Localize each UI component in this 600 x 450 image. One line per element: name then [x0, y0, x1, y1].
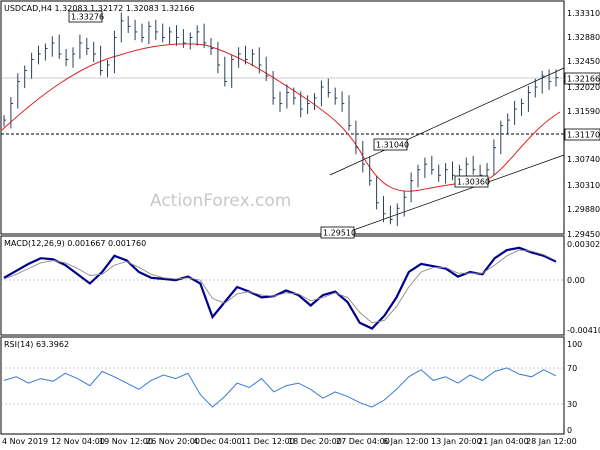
x-tick: 28 Jan 12:00: [526, 437, 577, 446]
rsi-y-tick: 70: [567, 364, 577, 373]
annotation-high-label: 1.33276: [71, 13, 104, 22]
price-y-tick: 1.29880: [567, 205, 600, 214]
x-tick: 6 Jan 12:00: [383, 437, 429, 446]
x-tick: 26 Nov 20:00: [146, 437, 200, 446]
price-y-tick: 1.29450: [567, 230, 600, 239]
price-y-tick: 1.31590: [567, 107, 600, 116]
rsi-y-tick: 100: [567, 340, 582, 349]
x-tick: 18 Dec 20:00: [288, 437, 342, 446]
annotation-low2-label: 1.30360: [457, 178, 490, 187]
macd-panel-title: MACD(12,26,9) 0.001667 0.001760: [4, 239, 146, 248]
forex-chart: ActionForex.com USDCAD,H4 1.32083 1.3217…: [0, 0, 600, 450]
x-tick: 21 Jan 04:00: [478, 437, 529, 446]
watermark: ActionForex.com: [150, 191, 291, 211]
annotation-low: 1.29510: [320, 226, 356, 239]
x-tick: 12 Nov 04:00: [51, 437, 105, 446]
annotation-high: 1.33276: [68, 10, 104, 23]
x-tick: 11 Dec 12:00: [241, 437, 295, 446]
rsi-y-tick: 30: [567, 400, 577, 409]
current-price-text: 1.32166: [567, 75, 600, 84]
price-y-tick: 1.30740: [567, 155, 600, 164]
price-y-tick: 1.32450: [567, 57, 600, 66]
x-tick: 4 Nov 2019: [2, 437, 48, 446]
x-axis: 4 Nov 2019 12 Nov 04:00 19 Nov 12:00 26 …: [2, 437, 577, 446]
x-tick: 27 Dec 04:00: [336, 437, 390, 446]
annotation-low-label: 1.29510: [323, 229, 356, 238]
current-price-tag: 1.32166: [564, 72, 600, 85]
macd-y-tick: 0.003021: [567, 240, 600, 249]
price-y-tick: 1.33310: [567, 9, 600, 18]
macd-y-tick: 0.00: [567, 276, 585, 285]
annotation-mid: 1.31040: [373, 138, 409, 151]
level-price-text: 1.31170: [567, 131, 600, 140]
x-tick: 4 Dec 04:00: [193, 437, 242, 446]
macd-y-tick: -0.004103: [567, 326, 600, 335]
price-y-tick: 1.30310: [567, 181, 600, 190]
rsi-panel-title: RSI(14) 63.3962: [4, 340, 69, 349]
annotation-mid-label: 1.31040: [376, 141, 409, 150]
annotation-low2: 1.30360: [454, 175, 490, 188]
rsi-y-tick: 0: [567, 426, 572, 435]
x-tick: 19 Nov 12:00: [99, 437, 153, 446]
price-y-tick: 1.32880: [567, 33, 600, 42]
chart-background: [0, 0, 600, 450]
x-tick: 13 Jan 20:00: [431, 437, 482, 446]
level-price-tag: 1.31170: [564, 128, 600, 141]
